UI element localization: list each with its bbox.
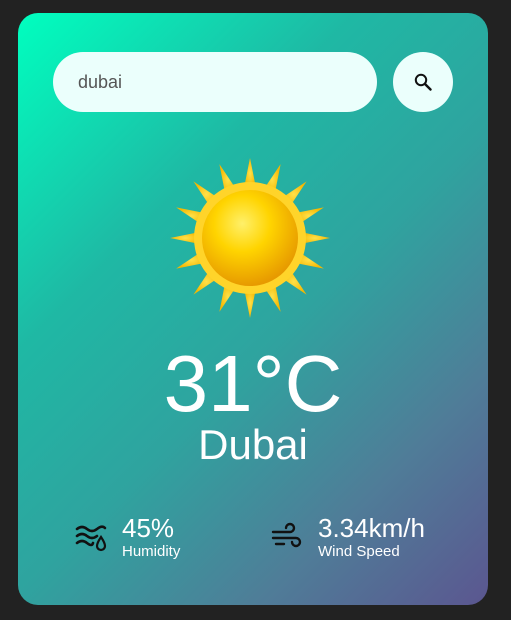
humidity-icon — [75, 525, 107, 552]
city-name: Dubai — [198, 421, 308, 468]
weather-card: 31°C Dubai 45% Humidity 3.34km/h Wi — [18, 13, 488, 605]
wind-label: Wind Speed — [318, 543, 400, 560]
sun-icon — [170, 158, 330, 318]
humidity-label: Humidity — [122, 543, 181, 560]
wind-section: 3.34km/h Wind Speed — [270, 513, 425, 561]
temperature: 31°C — [163, 339, 343, 428]
search-button[interactable] — [393, 52, 453, 112]
wind-icon — [271, 522, 302, 548]
humidity-section: 45% Humidity — [74, 513, 180, 561]
humidity-value: 45% — [122, 513, 175, 543]
weather-details: 45% Humidity 3.34km/h Wind Speed — [18, 513, 488, 573]
search-icon — [414, 73, 432, 91]
search-input[interactable] — [53, 52, 377, 112]
wind-value: 3.34km/h — [318, 513, 425, 543]
